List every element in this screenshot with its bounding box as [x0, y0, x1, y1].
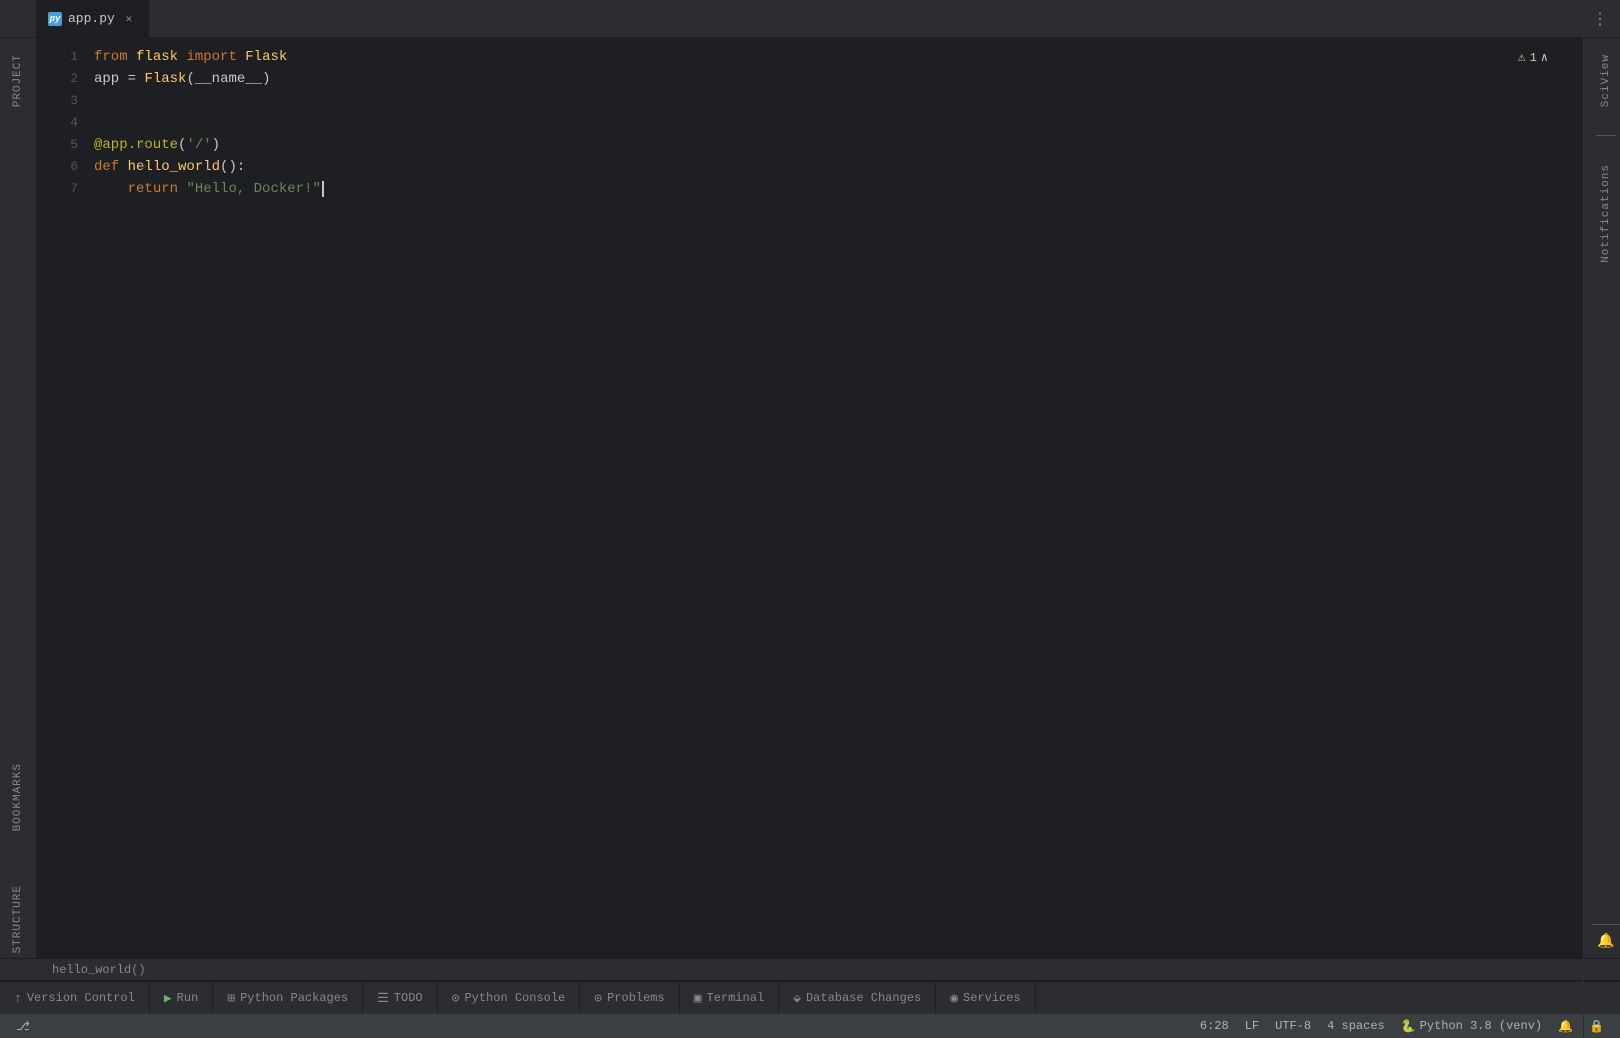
- bookmark-panel-button[interactable]: Bookmarks: [3, 782, 33, 812]
- code-content[interactable]: 1 2 3 4 5 6 7 ▷ ▷ from flask: [36, 38, 1592, 958]
- tab-todo-label: TODO: [394, 991, 423, 1005]
- tab-todo[interactable]: ☰ TODO: [363, 982, 437, 1014]
- line-ending-text: LF: [1245, 1019, 1259, 1033]
- notification-status-item[interactable]: 🔔: [1550, 1014, 1581, 1038]
- tab-python-packages[interactable]: ⊞ Python Packages: [213, 982, 363, 1014]
- project-sidebar-label: Project: [12, 54, 24, 107]
- fold-icon-6[interactable]: ▷: [136, 156, 152, 178]
- git-branch-item[interactable]: ⎇: [8, 1014, 42, 1038]
- left-sidebar: Project Bookmarks Structure: [0, 38, 36, 958]
- tab-python-console[interactable]: ⊙ Python Console: [438, 982, 581, 1014]
- tab-version-control-label: Version Control: [27, 991, 135, 1005]
- keyword-def: def: [94, 156, 119, 178]
- string-route: '/': [186, 134, 211, 156]
- problems-icon: ⊙: [594, 991, 602, 1006]
- warning-up-arrow[interactable]: ∧: [1541, 50, 1548, 65]
- tab-bar: py app.py ✕ ⋮: [0, 0, 1620, 38]
- warning-icon: ⚠: [1518, 50, 1526, 65]
- var-app: app: [94, 68, 119, 90]
- line-col-item[interactable]: 6:28: [1192, 1014, 1237, 1038]
- version-control-icon: ↑: [14, 991, 22, 1006]
- tab-terminal[interactable]: ▣ Terminal: [680, 982, 779, 1014]
- tab-services[interactable]: ◉ Services: [936, 982, 1035, 1014]
- breadcrumb-bar: hello_world(): [0, 958, 1620, 980]
- terminal-icon: ▣: [694, 991, 702, 1006]
- string-hello-docker: "Hello, Docker!": [186, 178, 320, 200]
- class-flask-call: Flask: [144, 68, 186, 90]
- structure-label: Structure: [12, 885, 24, 953]
- notification-bell-icon[interactable]: 🔔: [1597, 933, 1614, 950]
- python-text: Python 3.8 (venv): [1420, 1019, 1542, 1033]
- bottom-tabs: ↑ Version Control ▶ Run ⊞ Python Package…: [0, 980, 1620, 1014]
- tab-database-changes-label: Database Changes: [806, 991, 921, 1005]
- tab-problems[interactable]: ⊙ Problems: [580, 982, 679, 1014]
- code-line-3: [94, 90, 1584, 112]
- tab-services-label: Services: [963, 991, 1021, 1005]
- project-panel-label[interactable]: Project: [8, 46, 28, 115]
- tab-problems-label: Problems: [607, 991, 665, 1005]
- file-tab[interactable]: py app.py ✕: [36, 0, 150, 38]
- code-line-5: @app.route ( '/' ): [94, 134, 1584, 156]
- bookmarks-label: Bookmarks: [12, 763, 24, 831]
- code-line-1: from flask import Flask: [94, 46, 1584, 68]
- tab-menu-button[interactable]: ⋮: [1588, 5, 1612, 33]
- database-changes-icon: ⬙: [793, 991, 801, 1006]
- python-interpreter-item[interactable]: 🐍 Python 3.8 (venv): [1393, 1014, 1550, 1038]
- tab-python-packages-label: Python Packages: [240, 991, 348, 1005]
- status-bar: ⎇ 6:28 LF UTF-8 4 spaces 🐍 Python 3.8 (v…: [0, 1014, 1620, 1038]
- lock-status-item[interactable]: 🔒: [1581, 1014, 1612, 1038]
- tab-run-label: Run: [177, 991, 199, 1005]
- text-cursor: [322, 181, 324, 197]
- structure-panel-button[interactable]: Structure: [3, 904, 33, 934]
- tab-bar-actions: ⋮: [1588, 5, 1620, 33]
- line-col-text: 6:28: [1200, 1019, 1229, 1033]
- code-line-2: app = Flask ( __name__ ): [94, 68, 1584, 90]
- right-sidebar: SciView Notifications 🔔: [1592, 38, 1620, 958]
- code-line-4: [94, 112, 1584, 134]
- line-numbers: 1 2 3 4 5 6 7: [36, 38, 86, 958]
- line-ending-item[interactable]: LF: [1237, 1014, 1267, 1038]
- todo-icon: ☰: [377, 991, 389, 1006]
- run-icon: ▶: [164, 991, 172, 1006]
- editor-area[interactable]: 1 2 3 4 5 6 7 ▷ ▷ from flask: [36, 38, 1592, 958]
- keyword-return: return: [128, 178, 178, 200]
- lock-icon: 🔒: [1589, 1019, 1604, 1034]
- python-console-icon: ⊙: [452, 991, 460, 1006]
- tab-python-console-label: Python Console: [464, 991, 565, 1005]
- var-name: __name__: [195, 68, 262, 90]
- git-icon: ⎇: [16, 1019, 30, 1034]
- tab-filename: app.py: [68, 11, 115, 26]
- tab-database-changes[interactable]: ⬙ Database Changes: [779, 982, 936, 1014]
- keyword-import: import: [186, 46, 236, 68]
- class-flask: Flask: [245, 46, 287, 68]
- code-editor[interactable]: from flask import Flask app = Flask ( __…: [86, 38, 1584, 958]
- tab-terminal-label: Terminal: [707, 991, 765, 1005]
- code-line-7: return "Hello, Docker!": [94, 178, 1584, 200]
- python-icon: 🐍: [1401, 1019, 1416, 1034]
- python-file-icon: py: [48, 12, 62, 26]
- warning-area: ⚠ 1 ∧: [1510, 46, 1556, 69]
- encoding-item[interactable]: UTF-8: [1267, 1014, 1319, 1038]
- module-flask: flask: [136, 46, 178, 68]
- keyword-from: from: [94, 46, 128, 68]
- fold-icon-5[interactable]: ▷: [136, 134, 152, 156]
- breadcrumb-text: hello_world(): [52, 963, 146, 977]
- tab-version-control[interactable]: ↑ Version Control: [0, 982, 150, 1014]
- main-area: Project Bookmarks Structure 1 2 3 4 5 6 …: [0, 38, 1620, 958]
- tab-close-button[interactable]: ✕: [121, 11, 137, 27]
- tab-run[interactable]: ▶ Run: [150, 982, 213, 1014]
- notification-icon: 🔔: [1558, 1019, 1573, 1034]
- warning-count: 1: [1530, 51, 1537, 65]
- indent-text: 4 spaces: [1327, 1019, 1385, 1033]
- left-panel-icons: Project: [8, 46, 28, 115]
- python-packages-icon: ⊞: [227, 991, 235, 1006]
- encoding-text: UTF-8: [1275, 1019, 1311, 1033]
- sciview-label[interactable]: SciView: [1600, 46, 1612, 115]
- indent-item[interactable]: 4 spaces: [1319, 1014, 1393, 1038]
- services-icon: ◉: [950, 991, 958, 1006]
- code-line-6: def hello_world ():: [94, 156, 1584, 178]
- notifications-label[interactable]: Notifications: [1600, 156, 1612, 271]
- scrollbar[interactable]: [1584, 38, 1592, 958]
